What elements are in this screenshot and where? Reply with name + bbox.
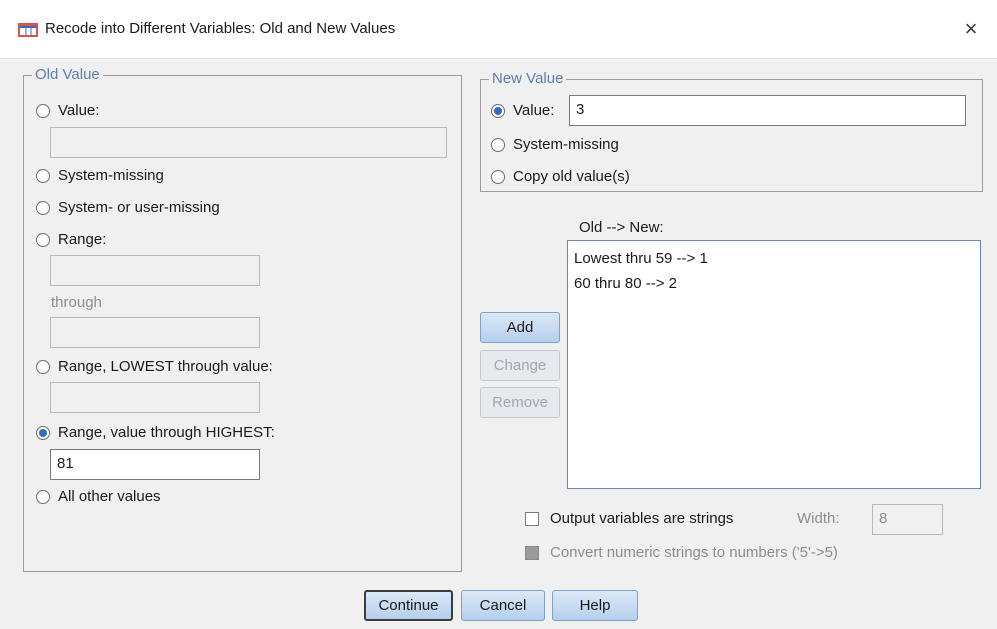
radio-icon — [36, 200, 50, 215]
remove-button[interactable]: Remove — [480, 387, 560, 418]
new-copy-old-label: Copy old value(s) — [513, 168, 630, 185]
old-system-missing-radio[interactable]: System-missing — [36, 167, 164, 184]
help-button[interactable]: Help — [552, 590, 638, 621]
old-all-other-radio[interactable]: All other values — [36, 488, 161, 505]
new-copy-old-radio[interactable]: Copy old value(s) — [491, 168, 630, 185]
old-range-lowest-radio[interactable]: Range, LOWEST through value: — [36, 358, 273, 375]
old-range-highest-radio[interactable]: Range, value through HIGHEST: — [36, 424, 275, 441]
radio-icon — [36, 103, 50, 118]
old-value-input[interactable] — [50, 127, 447, 158]
change-button[interactable]: Change — [480, 350, 560, 381]
radio-icon — [36, 359, 50, 374]
convert-numeric-label: Convert numeric strings to numbers ('5'-… — [550, 544, 838, 561]
old-system-missing-label: System-missing — [58, 167, 164, 184]
spss-table-icon — [18, 23, 38, 37]
cancel-button[interactable]: Cancel — [461, 590, 545, 621]
old-value-legend: Old Value — [32, 66, 103, 84]
add-button[interactable]: Add — [480, 312, 560, 343]
new-value-legend: New Value — [489, 70, 567, 88]
range-lowest-input[interactable] — [50, 382, 260, 413]
new-system-missing-radio[interactable]: System-missing — [491, 136, 619, 153]
radio-icon — [36, 232, 50, 247]
old-value-label: Value: — [58, 102, 100, 119]
old-range-label: Range: — [58, 231, 107, 248]
mapping-label: Old --> New: — [579, 219, 664, 236]
radio-checked-icon — [36, 425, 50, 440]
old-system-user-missing-label: System- or user-missing — [58, 199, 220, 216]
radio-checked-icon — [491, 103, 505, 118]
close-icon[interactable]: × — [952, 10, 990, 48]
new-value-input[interactable]: 3 — [569, 95, 966, 126]
output-strings-checkbox[interactable] — [525, 512, 539, 526]
mapping-list[interactable]: Lowest thru 59 --> 1 60 thru 80 --> 2 — [567, 240, 981, 489]
list-item[interactable]: 60 thru 80 --> 2 — [574, 275, 677, 292]
title-bar: Recode into Different Variables: Old and… — [0, 0, 997, 59]
new-value-label: Value: — [513, 102, 555, 119]
radio-icon — [36, 489, 50, 504]
output-strings-label: Output variables are strings — [550, 510, 734, 527]
old-system-user-missing-radio[interactable]: System- or user-missing — [36, 199, 220, 216]
range-from-input[interactable] — [50, 255, 260, 286]
window-title: Recode into Different Variables: Old and… — [45, 20, 396, 37]
old-value-radio[interactable]: Value: — [36, 102, 99, 119]
old-range-radio[interactable]: Range: — [36, 231, 106, 248]
width-input[interactable]: 8 — [872, 504, 943, 535]
continue-button[interactable]: Continue — [364, 590, 453, 621]
range-highest-input[interactable]: 81 — [50, 449, 260, 480]
new-value-radio[interactable]: Value: — [491, 102, 554, 119]
range-to-input[interactable] — [50, 317, 260, 348]
through-label: through — [51, 294, 102, 311]
radio-icon — [491, 169, 505, 184]
old-range-highest-label: Range, value through HIGHEST: — [58, 424, 275, 441]
old-all-other-label: All other values — [58, 488, 161, 505]
new-system-missing-label: System-missing — [513, 136, 619, 153]
old-range-lowest-label: Range, LOWEST through value: — [58, 358, 273, 375]
list-item[interactable]: Lowest thru 59 --> 1 — [574, 250, 708, 267]
radio-icon — [491, 137, 505, 152]
convert-numeric-checkbox[interactable] — [525, 546, 539, 560]
width-label: Width: — [797, 510, 840, 527]
radio-icon — [36, 168, 50, 183]
